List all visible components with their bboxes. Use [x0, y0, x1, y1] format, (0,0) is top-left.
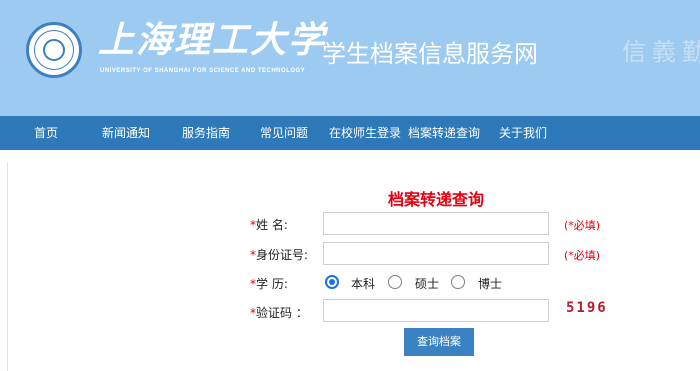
- nav-item-archive-query[interactable]: 档案转递查询: [408, 116, 480, 150]
- form-title: 档案转递查询: [388, 190, 485, 209]
- divider: [7, 162, 8, 371]
- degree-option-doctor: 博士: [478, 277, 503, 291]
- id-number-label: *身份证号:: [250, 248, 309, 262]
- main-content: 档案转递查询 *姓 名: (*必填) *身份证号: (*必填) *学 历: 本科…: [0, 150, 700, 371]
- degree-option-master: 硕士: [415, 277, 440, 291]
- nav-item-service-guide[interactable]: 服务指南: [182, 116, 230, 150]
- nav-item-news[interactable]: 新闻通知: [102, 116, 150, 150]
- degree-radio-master[interactable]: [388, 275, 402, 289]
- degree-radio-doctor[interactable]: [451, 275, 465, 289]
- university-name-cn: 上海理工大学: [98, 19, 327, 61]
- name-label: *姓 名:: [250, 218, 288, 232]
- name-input[interactable]: [323, 212, 549, 235]
- captcha-input[interactable]: [323, 299, 549, 322]
- degree-option-bachelor: 本科: [351, 277, 376, 291]
- id-required-note: (*必填): [564, 249, 601, 262]
- query-archive-button[interactable]: 查询档案: [404, 328, 474, 356]
- name-required-note: (*必填): [564, 219, 601, 232]
- captcha-image[interactable]: 5196: [566, 300, 608, 316]
- captcha-label: *验证码 ：: [250, 306, 308, 320]
- site-header: 上海理工大学 UNIVERSITY OF SHANGHAI FOR SCIENC…: [0, 0, 700, 116]
- id-number-input[interactable]: [323, 242, 549, 265]
- main-nav: 首页 新闻通知 服务指南 常见问题 在校师生登录 档案转递查询 关于我们: [0, 116, 700, 150]
- university-seal-icon: [26, 22, 82, 78]
- degree-radio-bachelor[interactable]: [325, 275, 339, 289]
- nav-item-about[interactable]: 关于我们: [499, 116, 547, 150]
- degree-label: *学 历:: [250, 277, 288, 291]
- nav-item-login[interactable]: 在校师生登录: [329, 116, 401, 150]
- motto-calligraphy: 信義勤: [622, 38, 700, 66]
- nav-item-faq[interactable]: 常见问题: [260, 116, 308, 150]
- university-name-en: UNIVERSITY OF SHANGHAI FOR SCIENCE AND T…: [100, 68, 306, 74]
- site-title: 学生档案信息服务网: [322, 40, 538, 68]
- nav-item-home[interactable]: 首页: [34, 116, 58, 150]
